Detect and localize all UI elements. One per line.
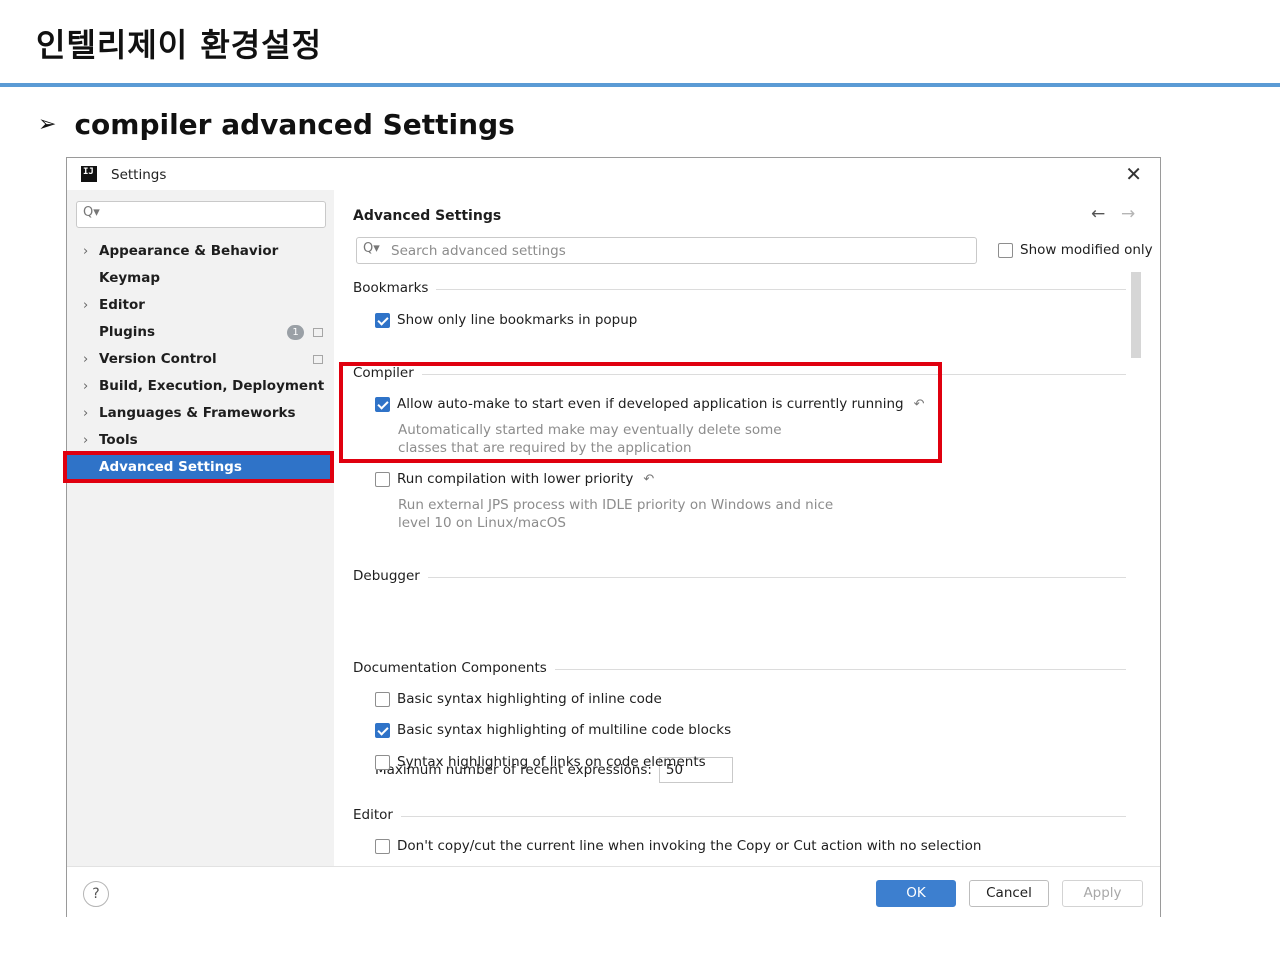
group-label-debugger: Debugger [353,568,428,584]
sidebar-item-label: Languages & Frameworks [99,405,296,421]
chevron-right-icon: › [83,406,89,421]
update-count-badge: 1 [287,325,304,340]
option-label: Syntax highlighting of links on code ele… [397,754,706,770]
group-label-documentation: Documentation Components [353,660,555,676]
close-icon[interactable]: ✕ [1125,162,1142,186]
group-divider [353,289,1126,290]
project-settings-icon [313,328,323,337]
multiline-code-option[interactable]: Basic syntax highlighting of multiline c… [375,722,731,738]
reset-icon[interactable]: ↶ [643,472,654,487]
checkbox[interactable] [375,722,390,738]
dialog-footer: ? OK Cancel Apply [67,866,1160,917]
project-settings-icon [313,355,323,364]
forward-arrow-icon[interactable]: → [1121,204,1135,224]
checkbox[interactable] [375,838,390,854]
checkbox[interactable] [375,471,390,487]
lower-priority-hint: Run external JPS process with IDLE prior… [398,497,834,531]
settings-tree: › Appearance & Behavior Keymap › Editor … [67,238,334,481]
checkbox[interactable] [375,754,390,770]
subtitle-text: compiler advanced Settings [74,108,515,141]
checkbox-label: Show modified only [1020,242,1153,258]
group-divider [353,577,1126,578]
bookmarks-line-only-option[interactable]: Show only line bookmarks in popup [375,312,637,328]
sidebar-item-label: Editor [99,297,145,313]
chevron-right-icon: › [83,433,89,448]
option-label: Show only line bookmarks in popup [397,312,638,328]
sidebar-item-plugins[interactable]: Plugins 1 [67,319,334,346]
sidebar-item-label: Keymap [99,270,161,286]
sidebar-item-editor[interactable]: › Editor [67,292,334,319]
panel-heading: Advanced Settings [353,208,502,224]
apply-button[interactable]: Apply [1062,880,1143,907]
title-divider [0,83,1280,87]
sidebar-item-label: Appearance & Behavior [99,243,279,259]
group-label-bookmarks: Bookmarks [353,280,437,296]
sidebar-item-label: Plugins [99,324,156,340]
checkbox[interactable] [375,691,390,707]
back-arrow-icon[interactable]: ← [1091,204,1105,224]
compiler-highlight-box [339,362,942,463]
dialog-title: Settings [111,167,167,183]
cancel-button[interactable]: Cancel [969,880,1049,907]
intellij-logo-icon: IJ [81,166,97,182]
option-label: Basic syntax highlighting of multiline c… [397,722,732,738]
sidebar-item-label: Build, Execution, Deployment [99,378,325,394]
advanced-search-input[interactable]: Q▾ Search advanced settings [356,237,977,264]
option-label: Basic syntax highlighting of inline code [397,691,662,707]
sidebar-item-label: Version Control [99,351,217,367]
chevron-right-icon: › [83,352,89,367]
advanced-settings-highlight-box [63,451,334,483]
bullet-arrow-icon: ➢ [38,112,57,137]
lower-priority-option[interactable]: Run compilation with lower priority ↶ [375,471,654,487]
group-label-editor: Editor [353,807,401,823]
sidebar-item-languages[interactable]: › Languages & Frameworks [67,400,334,427]
chevron-right-icon: › [83,244,89,259]
scrollbar-thumb[interactable] [1131,272,1141,358]
sidebar-item-version-control[interactable]: › Version Control [67,346,334,373]
settings-dialog: IJ Settings ✕ Q▾ › Appearance & Behavior… [66,157,1161,917]
chevron-right-icon: › [83,298,89,313]
search-icon: Q▾ [363,241,380,256]
help-icon[interactable]: ? [83,881,109,907]
search-placeholder: Search advanced settings [391,243,566,259]
group-divider [353,816,1126,817]
option-label: Don't copy/cut the current line when inv… [397,838,982,854]
slide-subtitle: ➢ compiler advanced Settings [38,108,515,141]
copy-cut-line-option[interactable]: Don't copy/cut the current line when inv… [375,838,981,854]
sidebar-item-appearance[interactable]: › Appearance & Behavior [67,238,334,265]
sidebar-item-build[interactable]: › Build, Execution, Deployment [67,373,334,400]
chevron-right-icon: › [83,379,89,394]
inline-code-option[interactable]: Basic syntax highlighting of inline code [375,691,662,707]
links-option[interactable]: Syntax highlighting of links on code ele… [375,754,706,770]
settings-sidebar: Q▾ › Appearance & Behavior Keymap › Edit… [67,190,334,866]
sidebar-item-tools[interactable]: › Tools [67,427,334,454]
show-modified-only-checkbox[interactable]: Show modified only [998,242,1153,258]
checkbox[interactable] [998,242,1013,258]
option-label: Run compilation with lower priority [397,471,634,487]
sidebar-item-keymap[interactable]: Keymap [67,265,334,292]
sidebar-search-input[interactable]: Q▾ [76,201,326,228]
advanced-settings-panel: Advanced Settings ← → Q▾ Search advanced… [334,190,1160,866]
dialog-titlebar: IJ Settings ✕ [67,158,1160,190]
slide-title: 인텔리제이 환경설정 [36,26,323,64]
scrollbar[interactable] [1130,272,1142,866]
sidebar-item-label: Tools [99,432,138,448]
search-icon: Q▾ [83,205,100,220]
checkbox[interactable] [375,312,390,328]
ok-button[interactable]: OK [876,880,956,907]
